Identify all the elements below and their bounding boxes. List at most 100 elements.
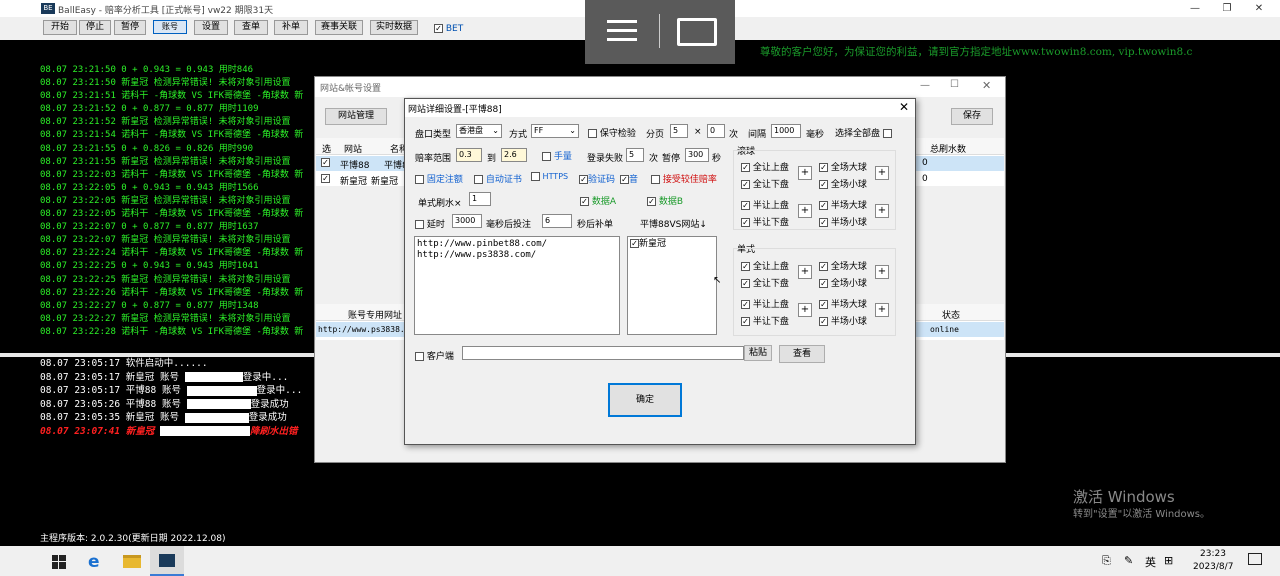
captcha-check[interactable]: ✓验证码	[579, 172, 615, 185]
opt-half-down[interactable]: ✓ 半让下盘	[741, 215, 789, 228]
all-pan-check[interactable]: 选择全部盘	[835, 126, 892, 139]
bet-checkbox[interactable]: ✓ BET	[434, 24, 463, 34]
network-icon[interactable]: ⎘	[1102, 554, 1111, 568]
match-link-button[interactable]: 赛事关联	[315, 20, 363, 35]
settings-button[interactable]: 设置	[194, 20, 228, 35]
delay-input[interactable]: 3000	[452, 214, 482, 228]
page-b-input[interactable]: 0	[707, 124, 725, 138]
data-a-check[interactable]: ✓ 数据A	[580, 194, 616, 207]
opt-full-down[interactable]: ✓ 全让下盘	[741, 177, 789, 190]
client-check[interactable]: 客户端	[415, 349, 454, 362]
close-icon[interactable]: ✕	[982, 79, 991, 92]
pen-icon[interactable]: ✎	[1124, 554, 1133, 567]
row-site: 新皇冠	[340, 177, 368, 187]
stop-button[interactable]: 停止	[79, 20, 111, 35]
balleasy-task[interactable]	[150, 546, 184, 576]
fail-input[interactable]: 5	[626, 148, 644, 162]
plus-button[interactable]: +	[875, 166, 889, 180]
row-site: 平博88	[340, 161, 370, 171]
single-input[interactable]: 1	[469, 192, 491, 206]
manual-check[interactable]: 手量	[542, 149, 572, 162]
log-line: 08.07 23:22:05 新皇冠 检测异常错误! 未将对象引用设置	[40, 195, 291, 206]
site-manage-button[interactable]: 网站管理	[325, 108, 387, 125]
opt-half-big[interactable]: ✓ 半场大球	[819, 297, 867, 310]
supplement-button[interactable]: 补单	[274, 20, 308, 35]
plus-button[interactable]: +	[798, 204, 812, 218]
keyboard-icon[interactable]	[677, 18, 717, 46]
log-line: 08.07 23:21:50 新皇冠 检测异常错误! 未将对象引用设置	[40, 78, 291, 89]
pause-button[interactable]: 暂停	[114, 20, 146, 35]
opt-full-down[interactable]: ✓ 全让下盘	[741, 276, 789, 289]
row-name: 新皇冠	[371, 177, 399, 187]
restore-icon[interactable]: ❐	[1212, 0, 1242, 17]
edge-icon[interactable]: e	[88, 552, 100, 572]
opt-half-small[interactable]: ✓ 半场小球	[819, 314, 867, 327]
clock[interactable]: 23:23 2023/8/7	[1193, 548, 1233, 574]
opt-full-big[interactable]: ✓ 全场大球	[819, 160, 867, 173]
auto-cert-check[interactable]: 自动证书	[474, 172, 522, 185]
menu-icon[interactable]	[607, 20, 637, 42]
ok-button[interactable]: 确定	[608, 383, 682, 417]
fixed-check[interactable]: 固定注额	[415, 172, 463, 185]
pause-input[interactable]: 300	[685, 148, 709, 162]
opt-half-up[interactable]: ✓ 半让上盘	[741, 198, 789, 211]
delay-check[interactable]: 延时	[415, 217, 445, 230]
close-icon[interactable]: ✕	[899, 100, 909, 114]
opt-half-small[interactable]: ✓ 半场小球	[819, 215, 867, 228]
supp-input[interactable]: 6	[542, 214, 572, 228]
opt-full-up[interactable]: ✓ 全让上盘	[741, 259, 789, 272]
plus-button[interactable]: +	[875, 303, 889, 317]
chevron-down-icon: ⌄	[569, 126, 576, 135]
page-label: 分页	[646, 130, 665, 140]
odds-max-input[interactable]: 2.6	[501, 148, 527, 162]
start-button[interactable]: 开始	[43, 20, 77, 35]
opt-full-small[interactable]: ✓ 全场小球	[819, 276, 867, 289]
sound-check[interactable]: ✓音	[620, 172, 638, 185]
explorer-icon[interactable]	[123, 555, 141, 568]
minimize-icon[interactable]: —	[1180, 0, 1210, 17]
url-textarea[interactable]: http://www.pinbet88.com/ http://www.ps38…	[414, 236, 620, 335]
ime-lang[interactable]: 英	[1145, 554, 1156, 570]
mode-select[interactable]: FF ⌄	[531, 124, 579, 138]
opt-half-up[interactable]: ✓ 半让上盘	[741, 297, 789, 310]
realtime-data-button[interactable]: 实时数据	[370, 20, 418, 35]
keep-check[interactable]: 保守检验	[588, 126, 636, 139]
window-title: BallEasy - 赔率分析工具 [正式帐号] vw22 期限31天	[58, 6, 274, 16]
data-b-check[interactable]: ✓ 数据B	[647, 194, 683, 207]
list-item[interactable]: ✓新皇冠	[630, 239, 714, 250]
log-line: 08.07 23:21:50 0 + 0.943 = 0.943 用时846	[40, 65, 254, 75]
opt-full-big[interactable]: ✓ 全场大球	[819, 259, 867, 272]
site-list[interactable]: ✓新皇冠	[627, 236, 717, 335]
maximize-icon[interactable]: ☐	[950, 79, 959, 90]
ime-mode-icon[interactable]: ⊞	[1164, 554, 1173, 567]
view-button[interactable]: 查看	[779, 345, 825, 363]
opt-half-big[interactable]: ✓ 半场大球	[819, 198, 867, 211]
client-input[interactable]	[462, 346, 744, 360]
paste-button[interactable]: 粘贴	[744, 345, 772, 361]
plus-button[interactable]: +	[798, 265, 812, 279]
minimize-icon[interactable]: —	[920, 80, 930, 91]
close-icon[interactable]: ✕	[1244, 0, 1274, 17]
log-line: 08.07 23:21:55 0 + 0.826 = 0.826 用时990	[40, 143, 254, 154]
account-button[interactable]: 账号	[153, 20, 187, 34]
save-button[interactable]: 保存	[951, 108, 993, 125]
plus-button[interactable]: +	[798, 166, 812, 180]
check-order-button[interactable]: 查单	[234, 20, 268, 35]
https-check[interactable]: HTTPS	[531, 172, 568, 181]
log-line: 08.07 23:05:17 平博88 账号 登录中...	[40, 385, 303, 396]
page-a-input[interactable]: 5	[670, 124, 688, 138]
opt-full-small[interactable]: ✓ 全场小球	[819, 177, 867, 190]
accept-better-check[interactable]: 接受较佳赔率	[651, 172, 717, 185]
pan-type-select[interactable]: 香港盘 ⌄	[456, 124, 502, 138]
notification-icon[interactable]	[1248, 553, 1262, 565]
plus-button[interactable]: +	[798, 303, 812, 317]
opt-half-down[interactable]: ✓ 半让下盘	[741, 314, 789, 327]
opt-full-up[interactable]: ✓ 全让上盘	[741, 160, 789, 173]
times-label: 次	[649, 154, 659, 164]
odds-min-input[interactable]: 0.3	[456, 148, 482, 162]
interval-input[interactable]: 1000	[771, 124, 801, 138]
activation-watermark-title: 激活 Windows	[1073, 488, 1175, 506]
windows-start-icon[interactable]	[52, 555, 66, 569]
plus-button[interactable]: +	[875, 265, 889, 279]
plus-button[interactable]: +	[875, 204, 889, 218]
